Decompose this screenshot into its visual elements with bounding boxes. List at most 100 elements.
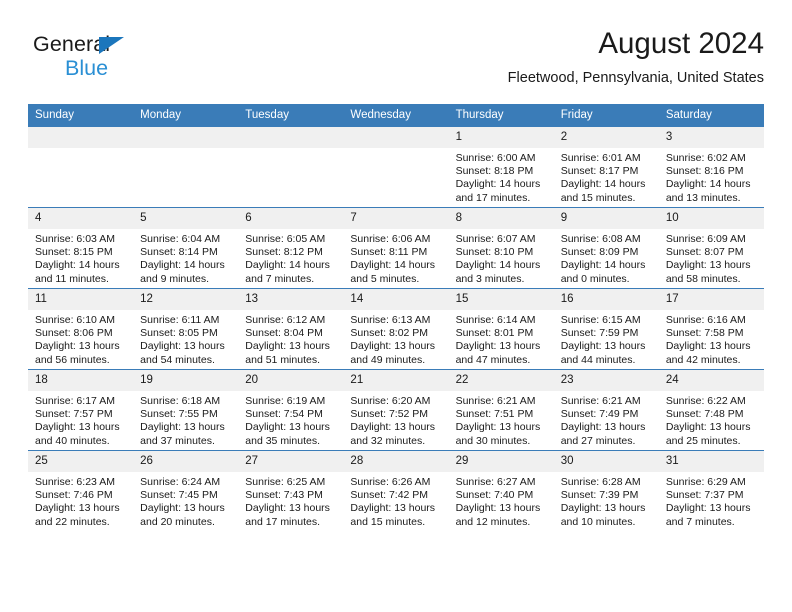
general-blue-logo[interactable]: General Blue xyxy=(33,31,223,87)
calendar-day-cell[interactable]: 31 Sunrise: 6:29 AM Sunset: 7:37 PM Dayligh… xyxy=(658,450,764,531)
calendar-day-cell[interactable]: 14 Sunrise: 6:13 AM Sunset: 8:02 PM Dayligh… xyxy=(343,288,449,370)
daylight-duration-line2: and 54 minutes. xyxy=(140,353,215,366)
calendar-day-cell[interactable]: 10 Sunrise: 6:09 AM Sunset: 8:07 PM Dayligh… xyxy=(658,207,764,289)
calendar-day-cell[interactable]: 11 Sunrise: 6:10 AM Sunset: 8:06 PM Dayligh… xyxy=(28,288,134,370)
day-info: Sunrise: 6:15 AM Sunset: 7:59 PM Daylight:… xyxy=(554,310,659,367)
sunrise-time: Sunrise: 6:28 AM xyxy=(560,476,641,488)
calendar-week-row: 4 Sunrise: 6:03 AM Sunset: 8:15 PM Daylight… xyxy=(28,207,764,289)
calendar-day-cell[interactable]: 23 Sunrise: 6:21 AM Sunset: 7:49 PM Dayligh… xyxy=(553,369,659,451)
day-number: 6 xyxy=(238,208,344,229)
calendar-day-cell[interactable]: 12 Sunrise: 6:11 AM Sunset: 8:05 PM Dayligh… xyxy=(133,288,239,370)
daylight-duration-line2: and 30 minutes. xyxy=(455,434,531,447)
calendar-day-cell[interactable]: 1 Sunrise: 6:00 AM Sunset: 8:18 PM Daylight… xyxy=(448,126,554,208)
daylight-duration-line1: Daylight: 13 hours xyxy=(455,502,541,515)
daylight-duration-line1: Daylight: 13 hours xyxy=(140,502,225,515)
daylight-duration-line2: and 58 minutes. xyxy=(665,272,741,285)
sunset-time: Sunset: 8:15 PM xyxy=(35,246,113,259)
day-cell-inner: 20 Sunrise: 6:19 AM Sunset: 7:54 PM Dayligh… xyxy=(238,370,344,450)
calendar-day-cell[interactable]: 28 Sunrise: 6:26 AM Sunset: 7:42 PM Dayligh… xyxy=(343,450,449,531)
calendar-cell-empty xyxy=(133,126,239,208)
calendar-day-cell[interactable]: 7 Sunrise: 6:06 AM Sunset: 8:11 PM Daylight… xyxy=(343,207,449,289)
calendar-day-cell[interactable]: 25 Sunrise: 6:23 AM Sunset: 7:46 PM Dayligh… xyxy=(28,450,134,531)
calendar-body: 1 Sunrise: 6:00 AM Sunset: 8:18 PM Daylight… xyxy=(28,126,764,531)
day-number xyxy=(133,127,239,148)
sunset-time: Sunset: 7:45 PM xyxy=(140,489,218,502)
calendar-day-cell[interactable]: 18 Sunrise: 6:17 AM Sunset: 7:57 PM Dayligh… xyxy=(28,369,134,451)
title-block: August 2024 Fleetwood, Pennsylvania, Uni… xyxy=(508,26,764,89)
sunrise-time: Sunrise: 6:21 AM xyxy=(560,395,641,407)
daylight-duration-line1: Daylight: 13 hours xyxy=(35,502,120,515)
sunrise-time: Sunrise: 6:16 AM xyxy=(665,314,746,326)
sunrise-time: Sunrise: 6:22 AM xyxy=(665,395,746,407)
blue-triangle-flag-icon xyxy=(99,37,124,54)
day-info: Sunrise: 6:27 AM Sunset: 7:40 PM Daylight:… xyxy=(449,472,554,529)
daylight-duration-line2: and 47 minutes. xyxy=(455,353,531,366)
location-subtitle: Fleetwood, Pennsylvania, United States xyxy=(507,70,764,86)
daylight-duration-line1: Daylight: 13 hours xyxy=(245,502,330,515)
sunrise-time: Sunrise: 6:06 AM xyxy=(350,233,431,245)
day-cell-inner: 5 Sunrise: 6:04 AM Sunset: 8:14 PM Daylight… xyxy=(133,208,239,288)
calendar-day-cell[interactable]: 13 Sunrise: 6:12 AM Sunset: 8:04 PM Dayligh… xyxy=(238,288,344,370)
daylight-duration-line2: and 22 minutes. xyxy=(35,515,110,528)
daylight-duration-line1: Daylight: 13 hours xyxy=(245,421,330,434)
calendar-day-cell[interactable]: 19 Sunrise: 6:18 AM Sunset: 7:55 PM Dayligh… xyxy=(133,369,239,451)
day-info: Sunrise: 6:06 AM Sunset: 8:11 PM Daylight:… xyxy=(343,229,448,286)
sunrise-time: Sunrise: 6:21 AM xyxy=(455,395,536,407)
calendar-day-cell[interactable]: 4 Sunrise: 6:03 AM Sunset: 8:15 PM Daylight… xyxy=(28,207,134,289)
calendar-day-cell[interactable]: 27 Sunrise: 6:25 AM Sunset: 7:43 PM Dayligh… xyxy=(238,450,344,531)
daylight-duration-line1: Daylight: 13 hours xyxy=(140,421,225,434)
day-info: Sunrise: 6:07 AM Sunset: 8:10 PM Daylight:… xyxy=(449,229,554,286)
day-cell-inner: 19 Sunrise: 6:18 AM Sunset: 7:55 PM Dayligh… xyxy=(133,370,239,450)
sunset-time: Sunset: 7:43 PM xyxy=(245,489,323,502)
sunrise-time: Sunrise: 6:15 AM xyxy=(560,314,641,326)
sunrise-time: Sunrise: 6:08 AM xyxy=(560,233,641,245)
calendar-day-cell[interactable]: 30 Sunrise: 6:28 AM Sunset: 7:39 PM Dayligh… xyxy=(553,450,659,531)
daylight-duration-line2: and 51 minutes. xyxy=(245,353,320,366)
day-info: Sunrise: 6:26 AM Sunset: 7:42 PM Daylight:… xyxy=(343,472,448,529)
day-info: Sunrise: 6:03 AM Sunset: 8:15 PM Daylight:… xyxy=(28,229,133,286)
day-info: Sunrise: 6:00 AM Sunset: 8:18 PM Daylight:… xyxy=(449,148,554,205)
daylight-duration-line2: and 56 minutes. xyxy=(35,353,110,366)
day-number: 30 xyxy=(553,451,659,472)
sunset-time: Sunset: 8:07 PM xyxy=(665,246,744,259)
calendar-day-cell[interactable]: 6 Sunrise: 6:05 AM Sunset: 8:12 PM Daylight… xyxy=(238,207,344,289)
day-info: Sunrise: 6:16 AM Sunset: 7:58 PM Daylight:… xyxy=(659,310,764,367)
sunrise-time: Sunrise: 6:13 AM xyxy=(350,314,431,326)
day-cell-inner: 27 Sunrise: 6:25 AM Sunset: 7:43 PM Dayligh… xyxy=(238,451,344,531)
calendar-day-cell[interactable]: 29 Sunrise: 6:27 AM Sunset: 7:40 PM Dayligh… xyxy=(448,450,554,531)
calendar-day-cell[interactable]: 3 Sunrise: 6:02 AM Sunset: 8:16 PM Daylight… xyxy=(658,126,764,208)
daylight-duration-line2: and 0 minutes. xyxy=(560,272,630,285)
daylight-duration-line2: and 25 minutes. xyxy=(665,434,741,447)
daylight-duration-line2: and 35 minutes. xyxy=(245,434,320,447)
sunset-time: Sunset: 8:04 PM xyxy=(245,327,323,340)
daylight-duration-line2: and 10 minutes. xyxy=(560,515,636,528)
calendar-week-row: 18 Sunrise: 6:17 AM Sunset: 7:57 PM Dayligh… xyxy=(28,369,764,451)
sunrise-time: Sunrise: 6:26 AM xyxy=(350,476,431,488)
day-number: 11 xyxy=(28,289,134,310)
daylight-duration-line1: Daylight: 13 hours xyxy=(665,502,751,515)
calendar-day-cell[interactable]: 15 Sunrise: 6:14 AM Sunset: 8:01 PM Dayligh… xyxy=(448,288,554,370)
calendar-week-row: 1 Sunrise: 6:00 AM Sunset: 8:18 PM Daylight… xyxy=(28,126,764,208)
sunset-time: Sunset: 7:42 PM xyxy=(350,489,429,502)
sunset-time: Sunset: 8:01 PM xyxy=(455,327,534,340)
daylight-duration-line2: and 40 minutes. xyxy=(35,434,110,447)
calendar-day-cell[interactable]: 2 Sunrise: 6:01 AM Sunset: 8:17 PM Daylight… xyxy=(553,126,659,208)
calendar-day-cell[interactable]: 9 Sunrise: 6:08 AM Sunset: 8:09 PM Daylight… xyxy=(553,207,659,289)
daylight-duration-line2: and 5 minutes. xyxy=(350,272,420,285)
calendar-day-cell[interactable]: 17 Sunrise: 6:16 AM Sunset: 7:58 PM Dayligh… xyxy=(658,288,764,370)
day-cell-inner: 29 Sunrise: 6:27 AM Sunset: 7:40 PM Dayligh… xyxy=(448,451,554,531)
calendar-day-cell[interactable]: 26 Sunrise: 6:24 AM Sunset: 7:45 PM Dayligh… xyxy=(133,450,239,531)
calendar-day-cell[interactable]: 8 Sunrise: 6:07 AM Sunset: 8:10 PM Daylight… xyxy=(448,207,554,289)
calendar-day-cell[interactable]: 5 Sunrise: 6:04 AM Sunset: 8:14 PM Daylight… xyxy=(133,207,239,289)
calendar-day-cell[interactable]: 20 Sunrise: 6:19 AM Sunset: 7:54 PM Dayligh… xyxy=(238,369,344,451)
day-number: 29 xyxy=(448,451,554,472)
calendar-day-cell[interactable]: 21 Sunrise: 6:20 AM Sunset: 7:52 PM Dayligh… xyxy=(343,369,449,451)
page-title: August 2024 xyxy=(598,27,764,60)
calendar-day-cell[interactable]: 16 Sunrise: 6:15 AM Sunset: 7:59 PM Dayligh… xyxy=(553,288,659,370)
sunset-time: Sunset: 7:37 PM xyxy=(665,489,744,502)
calendar-day-cell[interactable]: 22 Sunrise: 6:21 AM Sunset: 7:51 PM Dayligh… xyxy=(448,369,554,451)
calendar-day-cell[interactable]: 24 Sunrise: 6:22 AM Sunset: 7:48 PM Dayligh… xyxy=(658,369,764,451)
day-number xyxy=(343,127,449,148)
day-info: Sunrise: 6:23 AM Sunset: 7:46 PM Daylight:… xyxy=(28,472,133,529)
day-info: Sunrise: 6:21 AM Sunset: 7:51 PM Daylight:… xyxy=(449,391,554,448)
